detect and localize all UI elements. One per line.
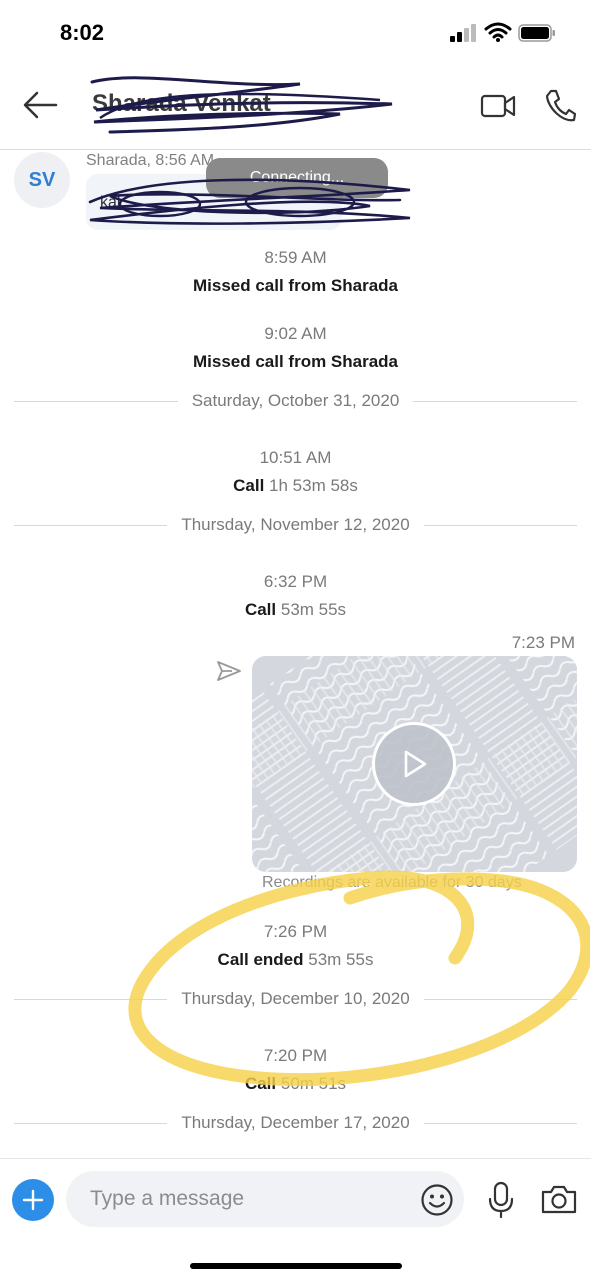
video-call-icon[interactable] — [480, 92, 516, 120]
event-duration: 50m 51s — [280, 1074, 347, 1093]
call-event: 6:32 PM Call 53m 55s — [0, 572, 591, 620]
play-icon — [404, 750, 427, 778]
message-input[interactable] — [66, 1171, 464, 1227]
battery-icon — [518, 24, 555, 42]
play-button[interactable] — [372, 722, 456, 806]
event-title: Missed call from Sharada — [192, 276, 399, 295]
plus-icon — [22, 1189, 44, 1211]
divider-line — [413, 400, 578, 402]
event-text: Call ended 53m 55s — [0, 950, 591, 970]
date-divider: Thursday, December 10, 2020 — [14, 987, 577, 1011]
date-label: Thursday, November 12, 2020 — [181, 515, 410, 534]
send-icon — [217, 661, 241, 681]
back-arrow-icon[interactable] — [22, 90, 58, 120]
event-title: Call — [244, 600, 277, 619]
avatar[interactable]: SV — [14, 152, 70, 208]
call-event: 7:20 PM Call 50m 51s — [0, 1046, 591, 1094]
event-time: 7:20 PM — [263, 1046, 328, 1065]
event-title: Call ended — [217, 950, 304, 969]
event-text: Call 1h 53m 58s — [0, 476, 591, 496]
name-scribble — [90, 76, 393, 134]
event-title: Call — [244, 1074, 277, 1093]
event-title: Call — [233, 476, 265, 495]
call-event: 8:59 AM Missed call from Sharada — [0, 248, 591, 296]
divider-line — [14, 400, 178, 402]
add-attachment-button[interactable] — [12, 1179, 54, 1221]
date-label: Thursday, December 17, 2020 — [181, 1113, 410, 1132]
recordings-note: Recordings are available for 30 days — [262, 874, 522, 891]
date-divider: Thursday, December 17, 2020 — [14, 1111, 577, 1135]
call-event: 9:02 AM Missed call from Sharada — [0, 324, 591, 372]
event-duration: 53m 55s — [308, 950, 374, 969]
date-divider: Thursday, November 12, 2020 — [14, 513, 577, 537]
phone-icon[interactable] — [544, 88, 576, 124]
event-text: Missed call from Sharada — [0, 352, 591, 372]
event-time: 7:26 PM — [263, 922, 328, 941]
event-title: Missed call from Sharada — [192, 352, 399, 371]
status-time: 8:02 — [60, 20, 105, 45]
event-time: 9:02 AM — [264, 324, 327, 343]
emoji-icon[interactable] — [420, 1183, 454, 1217]
microphone-icon[interactable] — [486, 1181, 516, 1219]
event-text: Call 53m 55s — [0, 600, 591, 620]
call-event: 7:26 PM Call ended 53m 55s — [0, 922, 591, 970]
event-duration: 1h 53m 58s — [269, 476, 358, 495]
divider-line — [423, 1122, 577, 1124]
event-text: Call 50m 51s — [0, 1074, 591, 1094]
event-time: 6:32 PM — [263, 572, 328, 591]
event-duration: 53m 55s — [280, 600, 347, 619]
divider-line — [14, 998, 168, 1000]
divider-line — [14, 1122, 168, 1124]
call-recording-card[interactable] — [252, 656, 577, 872]
composer-bar — [0, 1158, 591, 1280]
event-text: Missed call from Sharada — [0, 276, 591, 296]
date-label: Saturday, October 31, 2020 — [191, 391, 400, 410]
chat-area[interactable]: SV Sharada, 8:56 AM kal ... Connecting..… — [0, 150, 591, 1158]
divider-line — [423, 524, 577, 526]
call-event: 10:51 AM Call 1h 53m 58s — [0, 448, 591, 496]
divider-line — [423, 998, 577, 1000]
divider-line — [14, 524, 168, 526]
camera-icon[interactable] — [540, 1183, 578, 1215]
sent-time: 7:23 PM — [511, 633, 575, 652]
event-time: 10:51 AM — [259, 448, 332, 467]
wifi-icon — [484, 22, 512, 42]
message-scribble — [88, 178, 411, 225]
date-label: Thursday, December 10, 2020 — [181, 989, 410, 1008]
home-indicator — [190, 1263, 402, 1269]
chat-header: Sharada Venkat — [0, 66, 591, 150]
date-divider: Saturday, October 31, 2020 — [14, 389, 578, 413]
status-bar: 8:02 — [0, 0, 591, 66]
event-time: 8:59 AM — [264, 248, 327, 267]
signal-icon — [450, 24, 476, 42]
